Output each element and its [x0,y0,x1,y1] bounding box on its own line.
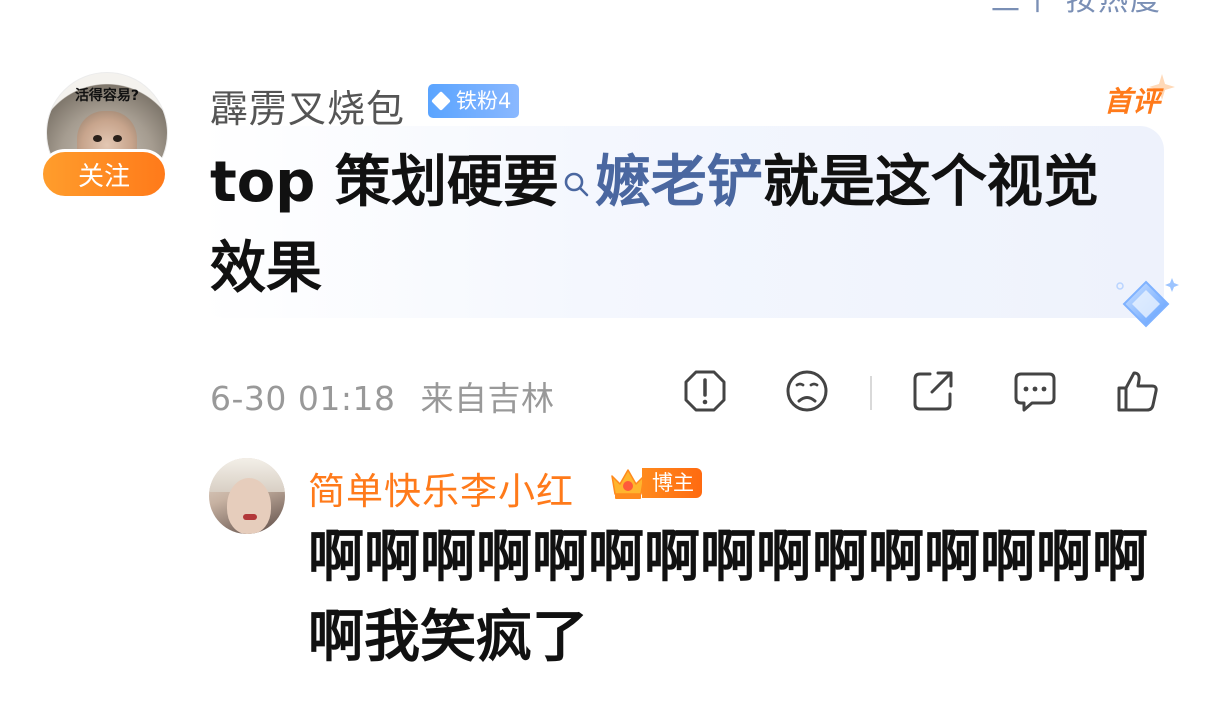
reply-avatar[interactable] [209,458,285,534]
action-divider [870,376,872,410]
diamond-icon [431,91,451,111]
comment-icon[interactable] [1012,368,1058,414]
blogger-badge[interactable]: 博主 [608,464,702,502]
thumbs-up-icon[interactable] [1114,368,1160,414]
comment-text: top 策划硬要 嬷老铲就是这个视觉效果 [210,140,1110,312]
share-icon[interactable] [910,368,956,414]
comment-author-avatar-group: 活得容易? 关注 [40,72,170,202]
fan-badge[interactable]: 铁粉4 [428,84,520,118]
comment-meta: 6-30 01:18 来自吉林 [210,372,555,420]
follow-button[interactable]: 关注 [40,149,168,199]
comment-timestamp: 6-30 01:18 [210,379,396,418]
avatar-face [227,478,271,534]
warning-icon[interactable] [682,368,728,414]
comment-text-prefix: top 策划硬要 [210,150,559,215]
avatar-caption: 活得容易? [74,88,140,104]
reply-username[interactable]: 简单快乐李小红 [308,461,574,515]
sort-control[interactable]: 三个 按热度 [990,0,1162,16]
fan-badge-label: 铁粉4 [456,89,512,113]
comment-username[interactable]: 霹雳叉烧包 [210,78,405,133]
blogger-badge-label: 博主 [642,468,702,498]
comment-location: 来自吉林 [420,379,555,418]
avatar-eye-left [93,135,102,142]
avatar-eye-right [113,135,122,142]
gem-icon [1116,278,1179,328]
reply-text: 啊啊啊啊啊啊啊啊啊啊啊啊啊啊啊啊我笑疯了 [308,525,1148,670]
search-link[interactable]: 嬷老铲 [595,150,763,215]
search-icon [564,172,589,197]
sad-face-icon[interactable] [784,368,830,414]
avatar-lips [243,514,257,520]
first-comment-badge: 首评 [1103,85,1160,118]
